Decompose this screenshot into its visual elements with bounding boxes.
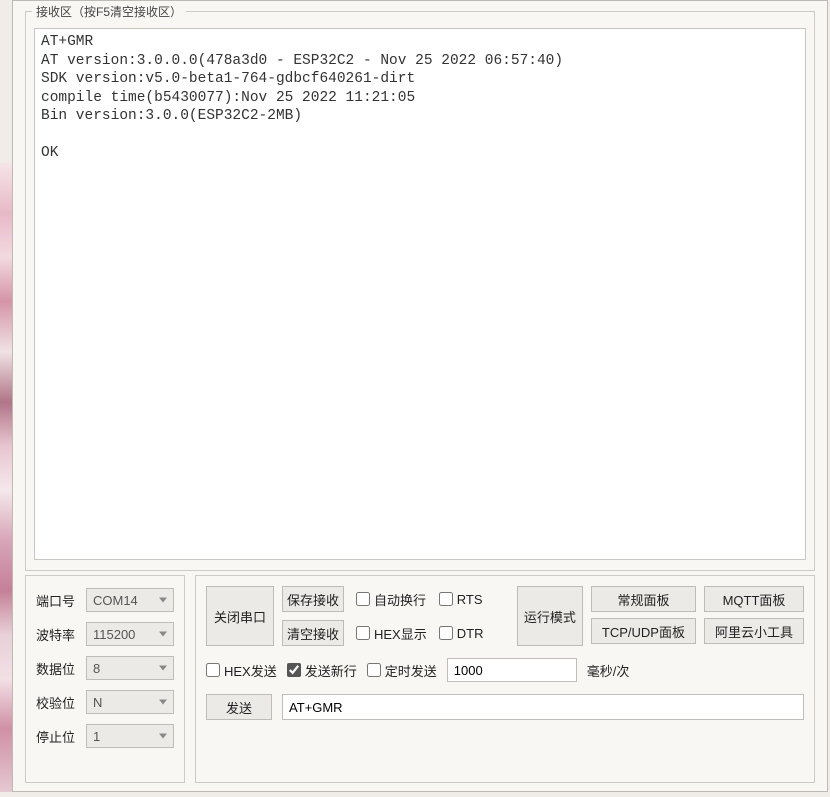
hex-display-label: HEX显示: [374, 624, 427, 643]
close-port-button[interactable]: 关闭串口: [206, 586, 274, 646]
panel-buttons-grid: 常规面板 MQTT面板 TCP/UDP面板 阿里云小工具: [591, 586, 804, 646]
control-panel: 关闭串口 保存接收 清空接收 自动换行 HEX显示: [195, 575, 815, 783]
hex-send-label: HEX发送: [224, 661, 277, 680]
display-checks-col-1: 自动换行 HEX显示: [352, 586, 427, 646]
receive-output[interactable]: [34, 28, 806, 560]
auto-wrap-label: 自动换行: [374, 590, 426, 609]
serial-config-panel: 端口号 COM14 波特率 115200 数据位 8 校验位: [25, 575, 185, 783]
rts-label: RTS: [457, 592, 483, 607]
lower-panel: 端口号 COM14 波特率 115200 数据位 8 校验位: [25, 575, 815, 783]
receive-area-group: 接收区（按F5清空接收区）: [25, 3, 815, 571]
dtr-check[interactable]: DTR: [439, 626, 484, 641]
parity-value: N: [93, 695, 102, 710]
port-row: 端口号 COM14: [36, 588, 174, 612]
background-decoration: [0, 163, 12, 792]
port-value: COM14: [93, 593, 138, 608]
baud-label: 波特率: [36, 625, 78, 644]
databits-value: 8: [93, 661, 100, 676]
spacer: [491, 586, 508, 646]
baud-row: 波特率 115200: [36, 622, 174, 646]
hex-send-check[interactable]: HEX发送: [206, 661, 277, 680]
flow-checks-col: RTS DTR: [435, 586, 484, 646]
dtr-label: DTR: [457, 626, 484, 641]
baud-value: 115200: [93, 627, 135, 642]
send-button[interactable]: 发送: [206, 694, 272, 720]
hex-display-checkbox[interactable]: [356, 626, 370, 640]
run-mode-col: 运行模式: [517, 586, 583, 646]
hex-send-checkbox[interactable]: [206, 663, 220, 677]
stopbits-label: 停止位: [36, 727, 78, 746]
databits-row: 数据位 8: [36, 656, 174, 680]
stopbits-row: 停止位 1: [36, 724, 174, 748]
auto-wrap-checkbox[interactable]: [356, 592, 370, 606]
run-mode-button[interactable]: 运行模式: [517, 586, 583, 646]
auto-wrap-check[interactable]: 自动换行: [356, 590, 427, 609]
rts-checkbox[interactable]: [439, 592, 453, 606]
interval-input[interactable]: [447, 658, 577, 682]
send-row: 发送: [206, 694, 804, 720]
save-receive-button[interactable]: 保存接收: [282, 586, 344, 612]
normal-panel-button[interactable]: 常规面板: [591, 586, 696, 612]
send-command-input[interactable]: [282, 694, 804, 720]
control-row-1: 关闭串口 保存接收 清空接收 自动换行 HEX显示: [206, 586, 804, 646]
stopbits-value: 1: [93, 729, 100, 744]
port-select[interactable]: COM14: [86, 588, 174, 612]
databits-select[interactable]: 8: [86, 656, 174, 680]
hex-display-check[interactable]: HEX显示: [356, 624, 427, 643]
port-label: 端口号: [36, 591, 78, 610]
databits-label: 数据位: [36, 659, 78, 678]
rts-check[interactable]: RTS: [439, 592, 484, 607]
parity-label: 校验位: [36, 693, 78, 712]
clear-receive-button[interactable]: 清空接收: [282, 620, 344, 646]
baud-select[interactable]: 115200: [86, 622, 174, 646]
stopbits-select[interactable]: 1: [86, 724, 174, 748]
timed-send-checkbox[interactable]: [367, 663, 381, 677]
parity-row: 校验位 N: [36, 690, 174, 714]
timed-send-check[interactable]: 定时发送: [367, 661, 437, 680]
send-newline-check[interactable]: 发送新行: [287, 661, 357, 680]
timed-send-label: 定时发送: [385, 661, 437, 680]
interval-unit-label: 毫秒/次: [587, 661, 630, 680]
tcpudp-panel-button[interactable]: TCP/UDP面板: [591, 618, 696, 644]
send-newline-label: 发送新行: [305, 661, 357, 680]
main-window: 接收区（按F5清空接收区） 端口号 COM14 波特率 115200 数据位 8: [12, 0, 828, 792]
parity-select[interactable]: N: [86, 690, 174, 714]
aliyun-tool-button[interactable]: 阿里云小工具: [704, 618, 804, 644]
send-newline-checkbox[interactable]: [287, 663, 301, 677]
receive-legend: 接收区（按F5清空接收区）: [32, 3, 186, 20]
mqtt-panel-button[interactable]: MQTT面板: [704, 586, 804, 612]
recv-buttons-stack: 保存接收 清空接收: [282, 586, 344, 646]
dtr-checkbox[interactable]: [439, 626, 453, 640]
send-options-row: HEX发送 发送新行 定时发送 毫秒/次: [206, 658, 804, 682]
